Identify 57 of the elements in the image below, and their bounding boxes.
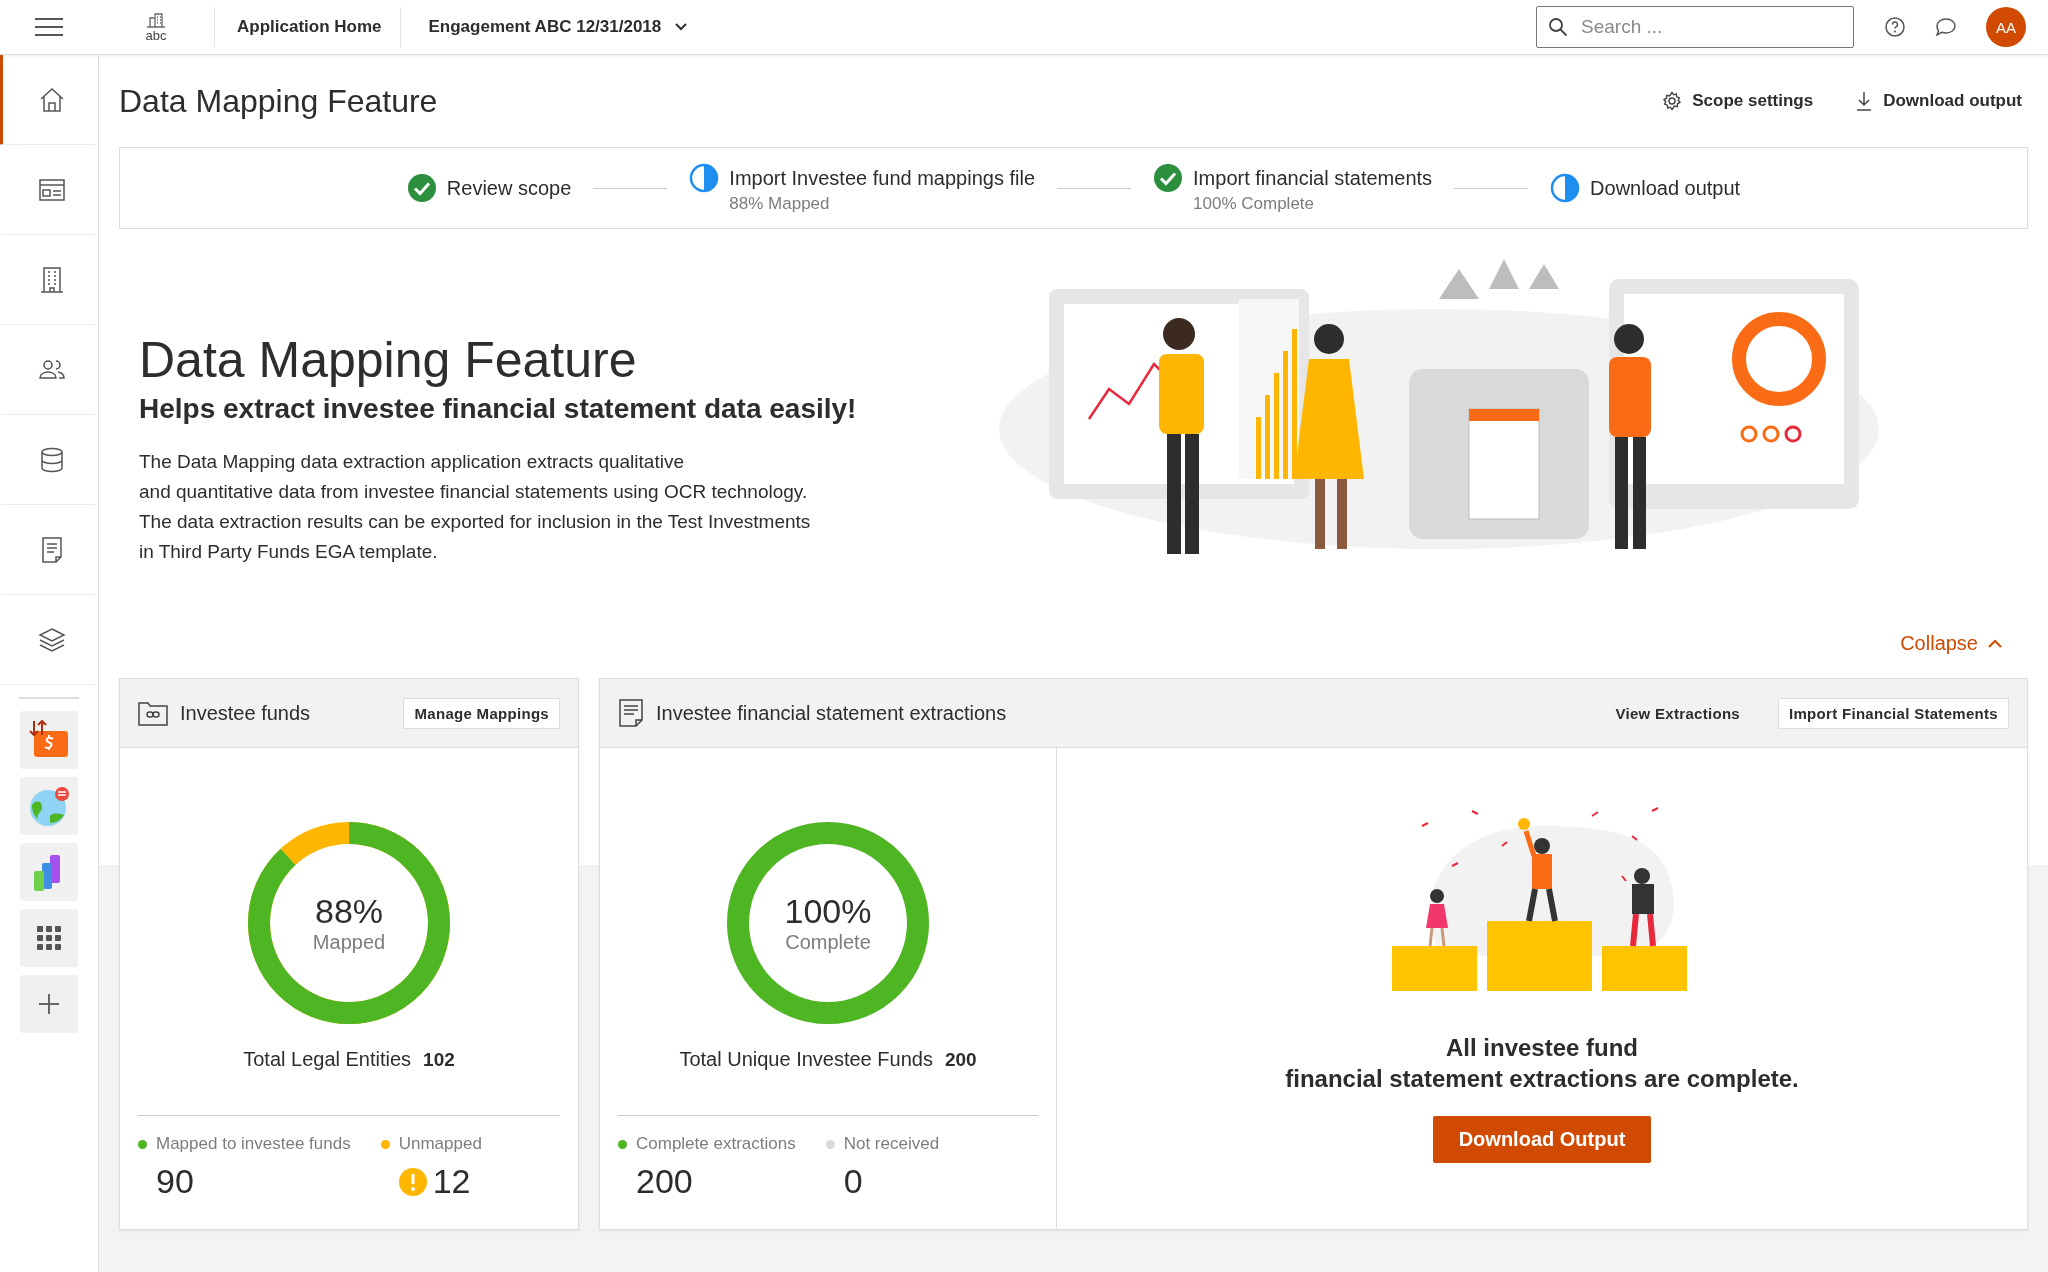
collapse-button[interactable]: Collapse — [1894, 631, 2008, 656]
document-icon — [618, 698, 644, 728]
legend-value: 12 — [432, 1162, 471, 1201]
caret-icon — [675, 23, 688, 31]
download-output-button[interactable]: Download output — [1849, 90, 2028, 112]
help-icon[interactable] — [1884, 16, 1906, 38]
chevron-up-icon — [1988, 638, 2002, 649]
legend-value: 90 — [156, 1162, 194, 1201]
legend-label: Not received — [843, 1134, 940, 1154]
page-title: Data Mapping Feature — [119, 82, 439, 120]
scope-settings-button[interactable]: Scope settings — [1656, 90, 1820, 112]
download-output-button[interactable]: Download Output — [1432, 1116, 1652, 1163]
logo-text: abc — [145, 27, 167, 43]
step-status: 100% Complete — [1193, 193, 1316, 214]
completion-message: All investee fund financial statement extractions are complete. — [1285, 1033, 1799, 1094]
chat-icon[interactable] — [1934, 16, 1958, 38]
hero-subtitle: Helps extract investee financial statement data easily! — [139, 393, 858, 425]
app-tile[interactable] — [20, 777, 78, 835]
total-label: Total Unique Investee Funds — [679, 1048, 933, 1071]
step-label: Download output — [1590, 177, 1741, 200]
hero-description: The Data Mapping data extraction application extracts qualitative and quantitative data from investee financial statements using OCR technology. The data extraction results can be exported for inclusion in the Test Investments in Third Party Funds EGA template. — [139, 450, 812, 564]
step-label: Import Investee fund mappings file — [729, 166, 1036, 190]
download-icon — [1855, 91, 1874, 111]
app-tile[interactable] — [20, 843, 78, 901]
import-financial-statements-button[interactable]: Import Financial Statements — [1778, 697, 2009, 729]
user-avatar[interactable]: AA — [1986, 7, 2026, 47]
building-icon — [145, 11, 167, 28]
gear-icon — [1662, 91, 1683, 111]
manage-mappings-button[interactable]: Manage Mappings — [403, 697, 560, 729]
total-label: Total Legal Entities — [243, 1048, 412, 1071]
legend-value: 0 — [843, 1162, 863, 1201]
legend-label: Mapped to investee funds — [156, 1134, 351, 1154]
folder-link-icon — [138, 700, 168, 726]
gauge-value: 88% — [314, 892, 384, 931]
plus-icon — [37, 992, 61, 1016]
app-tile[interactable] — [20, 711, 78, 769]
hero-title: Data Mapping Feature — [139, 331, 638, 389]
engagement-dropdown[interactable]: Engagement ABC 12/31/2018 — [422, 16, 694, 38]
search-field[interactable]: Search ... — [1536, 6, 1854, 48]
legend-label: Complete extractions — [636, 1134, 796, 1154]
application-home-link[interactable]: Application Home — [237, 17, 382, 37]
app-tile[interactable] — [20, 909, 78, 967]
warning-icon — [398, 1167, 427, 1196]
step-label: Review scope — [446, 177, 572, 200]
gauge-caption: Mapped — [312, 931, 386, 954]
legend-label: Unmapped — [398, 1134, 482, 1154]
add-app-button[interactable] — [20, 975, 78, 1033]
card-title: Investee financial statement extractions — [656, 701, 1007, 725]
total-value: 102 — [423, 1049, 455, 1071]
step-status: 88% Mapped — [729, 193, 831, 214]
view-extractions-link[interactable]: View Extractions — [1615, 704, 1740, 722]
grid-icon — [37, 926, 61, 950]
legend-value: 200 — [636, 1162, 693, 1201]
card-title: Investee funds — [180, 701, 311, 725]
step-label: Import financial statements — [1193, 166, 1433, 190]
menu-icon[interactable] — [34, 17, 64, 37]
total-value: 200 — [944, 1049, 977, 1071]
